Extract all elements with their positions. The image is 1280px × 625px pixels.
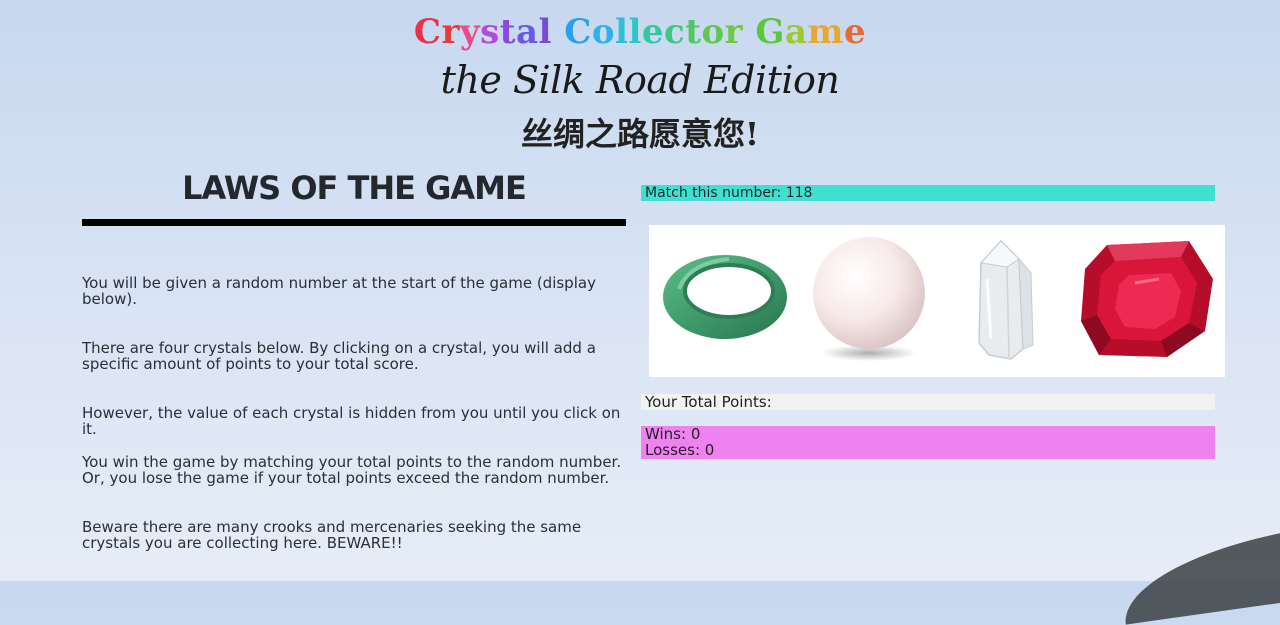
total-points-bar: Your Total Points: <box>641 394 1215 410</box>
pearl-icon[interactable] <box>809 235 929 365</box>
score-box: Wins: 0 Losses: 0 <box>641 426 1215 459</box>
quartz-crystal-icon[interactable] <box>971 239 1041 363</box>
target-number-label: Match this number: 118 <box>645 185 813 201</box>
game-subtitle: the Silk Road Edition <box>440 58 840 102</box>
total-points-label: Your Total Points: <box>645 393 772 411</box>
rule-text: You will be given a random number at the… <box>82 274 596 308</box>
jade-ring-icon[interactable] <box>659 249 791 345</box>
title-word: Crystal <box>413 12 552 52</box>
rules-divider <box>82 219 626 226</box>
losses-count: Losses: 0 <box>645 441 715 459</box>
rule-text: There are four crystals below. By clicki… <box>82 339 596 373</box>
ruby-icon[interactable] <box>1079 239 1217 361</box>
mountain-background <box>1116 527 1280 625</box>
rules-heading: LAWS OF THE GAME <box>182 169 527 207</box>
wins-count: Wins: 0 <box>645 425 701 443</box>
target-number-bar: Match this number: 118 <box>641 185 1215 201</box>
rule-text: Beware there are many crooks and mercena… <box>82 518 582 552</box>
title-word: Game <box>755 12 867 52</box>
rule-text: You win the game by matching your total … <box>82 453 622 487</box>
game-title: Crystal Collector Game <box>0 12 1280 52</box>
title-word: Collector <box>564 12 744 52</box>
rule-text: However, the value of each crystal is hi… <box>82 404 621 438</box>
crystal-panel <box>649 225 1225 377</box>
chinese-greeting: 丝绸之路愿意您! <box>520 115 760 153</box>
